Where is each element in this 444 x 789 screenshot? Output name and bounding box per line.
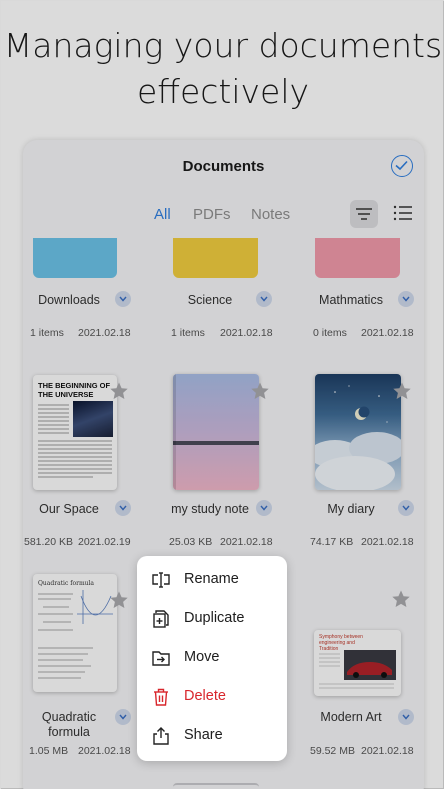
list-icon [393, 205, 412, 221]
item-options-button[interactable] [115, 709, 131, 725]
check-icon [395, 160, 408, 171]
file-name: Our Space [39, 502, 99, 516]
file-name: My diary [327, 502, 375, 516]
item-options-button[interactable] [398, 500, 414, 516]
folder-name: Downloads [38, 293, 100, 307]
art-thumbnail[interactable]: Symphony between engineering and Traditi… [314, 630, 401, 696]
chevron-down-icon [119, 714, 127, 720]
chevron-down-icon [402, 505, 410, 511]
select-all-button[interactable] [391, 155, 413, 177]
item-count: 1 items [30, 327, 64, 339]
menu-item-label: Move [184, 649, 220, 665]
chevron-down-icon [119, 296, 127, 302]
chevron-down-icon [402, 296, 410, 302]
car-photo [319, 650, 396, 689]
file-size: 581.20 KB [24, 536, 74, 548]
file-name: my study note [171, 502, 249, 516]
menu-item-label: Duplicate [184, 610, 245, 626]
tab-all[interactable]: All [154, 206, 171, 223]
chevron-down-icon [260, 505, 268, 511]
duplicate-icon [153, 610, 169, 628]
item-options-button[interactable] [398, 709, 414, 725]
screen: Managing your documents effectively Docu… [0, 0, 444, 789]
page-title: Documents [182, 158, 265, 175]
notebook-thumbnail[interactable] [173, 374, 259, 490]
trash-icon [154, 688, 168, 706]
star-icon[interactable] [391, 589, 411, 609]
file-date: 2021.02.18 [361, 745, 414, 757]
item-options-button[interactable] [256, 500, 272, 516]
math-notes [38, 590, 113, 679]
moon-clouds-art [315, 385, 401, 490]
file-date: 2021.02.18 [78, 745, 131, 757]
menu-item-share[interactable]: Share [137, 718, 287, 754]
file-size: 59.52 MB [310, 745, 355, 757]
menu-item-move[interactable]: Move [137, 640, 287, 676]
notebook-spine [173, 374, 176, 490]
folder-name: Mathmatics [319, 293, 383, 307]
item-options-button[interactable] [256, 291, 272, 307]
star-icon[interactable] [109, 381, 129, 401]
file-size: 25.03 KB [169, 536, 213, 548]
share-icon [153, 727, 169, 745]
sort-filter-button[interactable] [350, 200, 378, 228]
move-icon [152, 651, 170, 666]
chevron-down-icon [119, 505, 127, 511]
folder-downloads-icon[interactable] [33, 238, 117, 278]
diary-thumbnail[interactable] [315, 374, 401, 490]
filter-icon [356, 208, 372, 220]
chevron-down-icon [260, 296, 268, 302]
file-name: Quadratic formula [41, 710, 97, 739]
file-name: Modern Art [320, 710, 382, 724]
item-count: 1 items [171, 327, 205, 339]
menu-item-label: Delete [184, 688, 226, 704]
next-row-thumbnail[interactable] [173, 783, 259, 789]
text-lines [38, 404, 112, 478]
folder-mathmatics-icon[interactable] [315, 238, 400, 278]
item-count: 0 items [313, 327, 347, 339]
chevron-down-icon [402, 714, 410, 720]
context-menu: Rename Duplicate Move Delete Share [137, 556, 287, 761]
file-size: 1.05 MB [29, 745, 69, 757]
star-icon[interactable] [109, 590, 129, 610]
menu-item-rename[interactable]: Rename [137, 562, 287, 598]
promo-headline: Managing your documents effectively [1, 23, 444, 115]
file-date: 2021.02.18 [361, 536, 414, 548]
menu-item-duplicate[interactable]: Duplicate [137, 601, 287, 637]
tab-notes[interactable]: Notes [251, 206, 290, 223]
menu-item-label: Rename [184, 571, 239, 587]
menu-item-delete[interactable]: Delete [137, 679, 287, 715]
menu-item-label: Share [184, 727, 223, 743]
item-date: 2021.02.18 [78, 327, 131, 339]
item-options-button[interactable] [398, 291, 414, 307]
headline-line-1: Managing your documents [3, 26, 443, 65]
star-icon[interactable] [392, 381, 412, 401]
item-options-button[interactable] [115, 291, 131, 307]
rename-icon [152, 572, 170, 588]
item-date: 2021.02.18 [361, 327, 414, 339]
list-view-button[interactable] [392, 202, 414, 224]
star-icon[interactable] [250, 381, 270, 401]
notebook-band [173, 441, 259, 445]
folder-name: Science [187, 293, 233, 307]
file-date: 2021.02.18 [220, 536, 273, 548]
folder-science-icon[interactable] [173, 238, 258, 278]
item-date: 2021.02.18 [220, 327, 273, 339]
file-size: 74.17 KB [310, 536, 354, 548]
file-date: 2021.02.19 [78, 536, 131, 548]
document-thumbnail[interactable]: THE BEGINNING OF THE UNIVERSE [33, 375, 117, 490]
item-options-button[interactable] [115, 500, 131, 516]
document-thumbnail[interactable]: Quadratic formula [33, 574, 117, 692]
headline-line-2: effectively [136, 72, 310, 111]
tab-pdfs[interactable]: PDFs [193, 206, 231, 223]
